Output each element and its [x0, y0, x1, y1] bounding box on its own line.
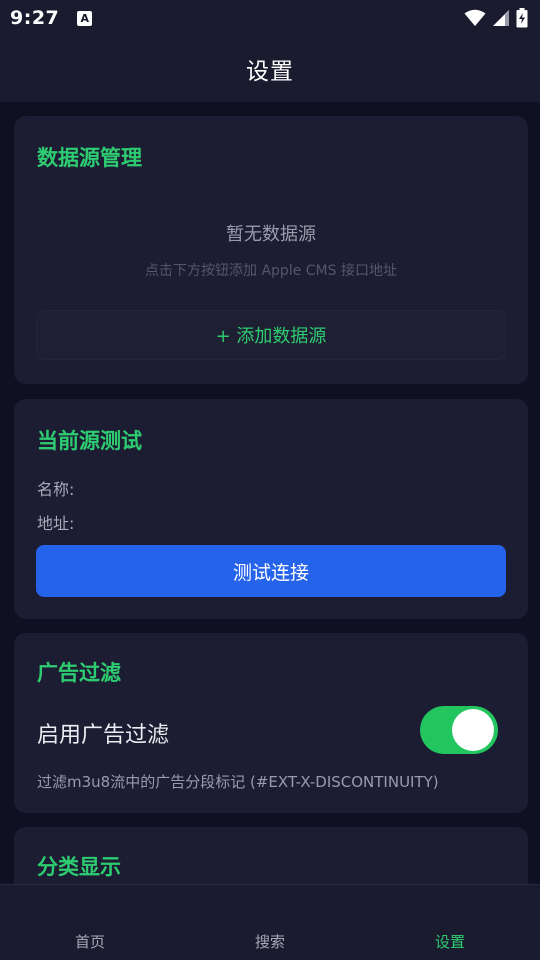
source-test-title: 当前源测试	[37, 429, 142, 453]
page-title: 设置	[246, 59, 294, 85]
app-header: 设置	[0, 36, 540, 102]
ad-filter-title: 广告过滤	[37, 661, 121, 685]
category-display-card: 分类显示	[14, 827, 528, 884]
toggle-knob	[452, 709, 494, 751]
bottom-nav: 首页 搜索 设置	[0, 884, 540, 960]
settings-screen: 9:27 A 设置 数据源管理 暂无数据源 点击下方按钮添加 Apple CMS…	[0, 0, 540, 960]
nav-tab-search[interactable]: 搜索	[180, 931, 360, 952]
nav-tab-settings[interactable]: 设置	[360, 931, 540, 952]
empty-source-hint: 点击下方按钮添加 Apple CMS 接口地址	[145, 263, 397, 279]
status-icons	[464, 8, 528, 28]
test-connection-button[interactable]: 测试连接	[36, 545, 506, 597]
ad-filter-toggle[interactable]	[420, 706, 498, 754]
accessibility-notification-icon: A	[77, 10, 93, 26]
source-url-label: 地址:	[37, 514, 75, 533]
category-display-title: 分类显示	[37, 855, 121, 879]
ad-filter-toggle-label: 启用广告过滤	[37, 723, 170, 748]
wifi-icon	[464, 9, 486, 26]
data-source-card: 数据源管理 暂无数据源 点击下方按钮添加 Apple CMS 接口地址 + 添加…	[14, 116, 528, 384]
nav-tab-home[interactable]: 首页	[0, 931, 180, 952]
ad-filter-description: 过滤m3u8流中的广告分段标记 (#EXT-X-DISCONTINUITY)	[37, 773, 439, 791]
status-bar: 9:27 A	[0, 0, 540, 36]
ad-filter-card: 广告过滤 启用广告过滤 过滤m3u8流中的广告分段标记 (#EXT-X-DISC…	[14, 633, 528, 813]
cellular-signal-icon	[493, 10, 509, 26]
data-source-title: 数据源管理	[37, 146, 142, 170]
source-name-label: 名称:	[37, 480, 75, 499]
empty-source-title: 暂无数据源	[226, 224, 316, 245]
add-source-button[interactable]: + 添加数据源	[36, 310, 506, 360]
battery-charging-icon	[516, 8, 528, 28]
settings-content[interactable]: 数据源管理 暂无数据源 点击下方按钮添加 Apple CMS 接口地址 + 添加…	[0, 102, 540, 884]
source-test-card: 当前源测试 名称: 地址: 测试连接	[14, 399, 528, 619]
status-time: 9:27	[10, 7, 60, 29]
